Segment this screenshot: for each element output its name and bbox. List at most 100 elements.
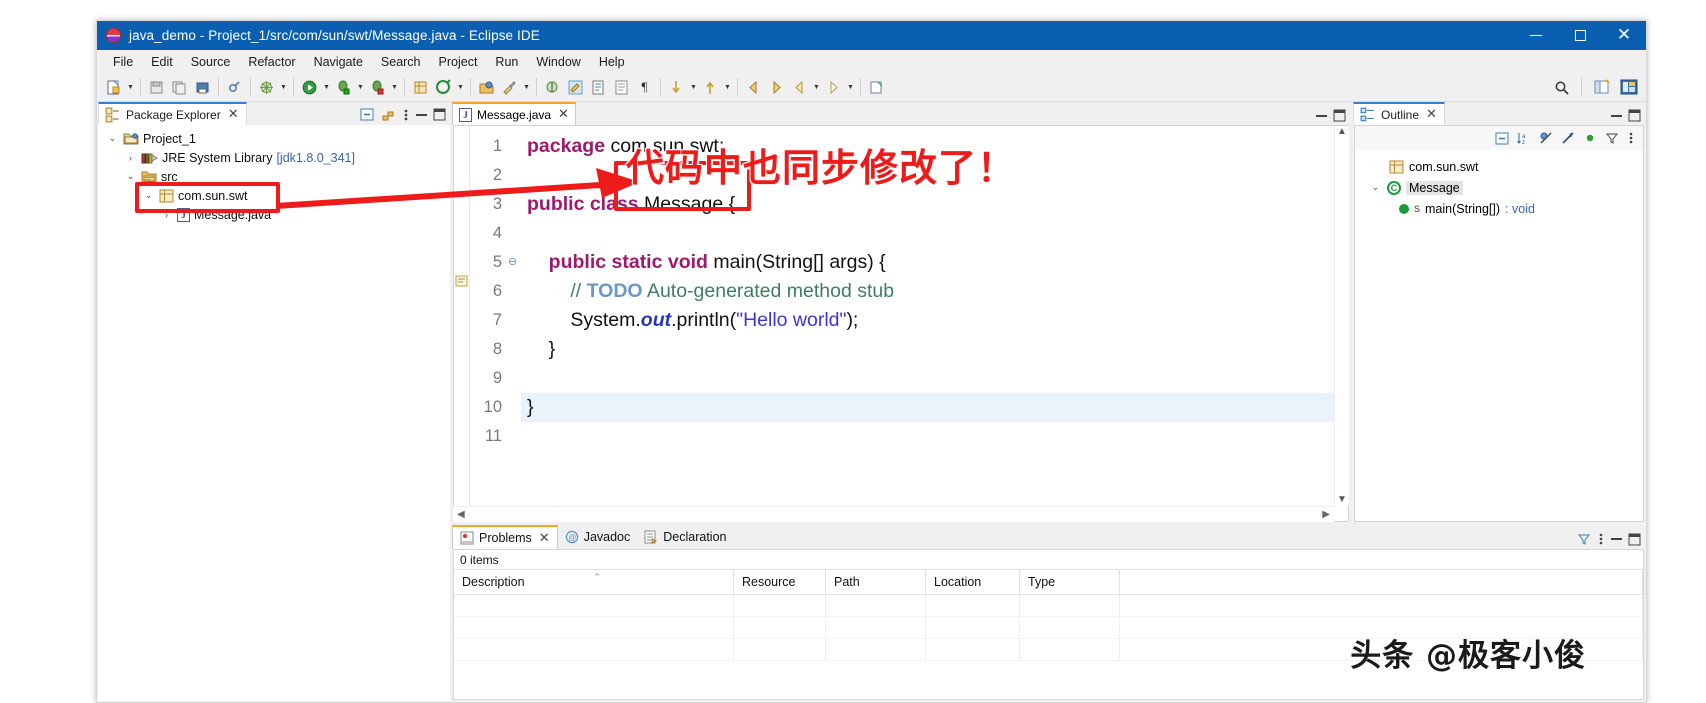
link-with-editor-icon[interactable] [381,107,396,122]
toggle-markers-button[interactable] [564,76,587,99]
chevron-down-icon[interactable]: ⌄ [142,190,155,201]
prev-edit-button[interactable] [788,76,811,99]
column-header-path[interactable]: Path [826,570,926,594]
new-package-button[interactable] [432,76,455,99]
maximize-icon[interactable] [433,108,446,121]
scroll-up-icon[interactable]: ▲ [1335,126,1349,137]
run-dropdown-icon[interactable]: ▼ [321,76,332,99]
outline-item-class[interactable]: ⌄ C Message [1355,177,1643,198]
maximize-icon[interactable] [1628,533,1641,546]
tree-item-package[interactable]: ⌄ com.sun.swt [98,186,450,205]
outline-tree[interactable]: com.sun.swt ⌄ C Message S main(String[])… [1355,150,1643,219]
new-wizard-dropdown-icon[interactable]: ▼ [125,76,136,99]
chevron-down-icon[interactable]: ⌄ [106,133,119,144]
menu-navigate[interactable]: Navigate [305,53,372,71]
close-icon[interactable]: ✕ [228,107,239,122]
tree-item-src[interactable]: ⌄ src [98,167,450,186]
maximize-icon[interactable] [1333,109,1346,122]
view-menu-icon[interactable] [1627,131,1635,145]
build-dropdown-icon[interactable]: ▼ [278,76,289,99]
package-explorer-tree[interactable]: ⌄ Project_1 › JRE System Library [jdk1.8… [98,125,450,701]
minimize-icon[interactable] [1611,114,1622,117]
java-perspective-button[interactable] [1617,76,1640,99]
collapse-all-icon[interactable] [360,107,375,122]
menu-file[interactable]: File [104,53,142,71]
editor-annotation-ruler[interactable] [454,126,470,521]
tree-item-message-java[interactable]: › J Message.java [98,205,450,224]
new-window-button[interactable] [865,76,888,99]
close-button[interactable]: ✕ [1602,21,1646,50]
link-editor-button[interactable] [223,76,246,99]
tab-outline[interactable]: Outline ✕ [1353,102,1445,125]
column-header-resource[interactable]: Resource [734,570,826,594]
chevron-right-icon[interactable]: › [124,153,137,163]
tree-item-project[interactable]: ⌄ Project_1 [98,129,450,148]
prev-edit-dropdown-icon[interactable]: ▼ [811,76,822,99]
open-perspective-button[interactable] [1590,76,1613,99]
next-annotation-dropdown-icon[interactable]: ▼ [688,76,699,99]
menu-search[interactable]: Search [372,53,430,71]
sort-icon[interactable]: az [1517,131,1531,145]
menu-window[interactable]: Window [527,53,589,71]
tab-package-explorer[interactable]: Package Explorer ✕ [98,102,247,125]
build-button[interactable] [255,76,278,99]
hide-fields-icon[interactable] [1539,131,1553,145]
menu-project[interactable]: Project [430,53,487,71]
previous-annotation-dropdown-icon[interactable]: ▼ [722,76,733,99]
column-header-description[interactable]: Description ⌃ [454,570,734,594]
view-menu-icon[interactable] [402,107,410,122]
minimize-button[interactable] [1514,21,1558,50]
save-all-button[interactable] [168,76,191,99]
scroll-left-icon[interactable]: ◀ [457,509,465,520]
save-button[interactable] [145,76,168,99]
column-header-location[interactable]: Location [926,570,1020,594]
fold-toggle-icon[interactable]: ⊖ [508,248,521,277]
chevron-down-icon[interactable]: ⌄ [1369,182,1382,193]
show-whitespace-button[interactable] [610,76,633,99]
scroll-down-icon[interactable]: ▼ [1335,494,1349,505]
forward-button[interactable] [765,76,788,99]
close-icon[interactable]: ✕ [558,107,569,122]
new-java-project-button[interactable] [409,76,432,99]
hide-static-icon[interactable]: S [1561,131,1575,145]
previous-annotation-button[interactable] [699,76,722,99]
debug-dropdown-icon[interactable]: ▼ [355,76,366,99]
hide-nonpublic-icon[interactable] [1583,131,1597,145]
menu-help[interactable]: Help [590,53,634,71]
search-dropdown-icon[interactable]: ▼ [521,76,532,99]
new-wizard-button[interactable] [102,76,125,99]
column-header-type[interactable]: Type [1020,570,1120,594]
table-row[interactable] [454,595,1643,617]
next-edit-dropdown-icon[interactable]: ▼ [845,76,856,99]
filter-icon[interactable] [1605,131,1619,145]
filters-icon[interactable] [1577,532,1591,546]
search-button[interactable] [498,76,521,99]
run-button[interactable] [298,76,321,99]
menu-source[interactable]: Source [182,53,240,71]
close-icon[interactable]: ✕ [1426,107,1437,122]
tab-message-java[interactable]: J Message.java ✕ [452,102,576,125]
outline-item-package[interactable]: com.sun.swt [1355,156,1643,177]
open-type-button[interactable] [475,76,498,99]
menu-refactor[interactable]: Refactor [239,53,304,71]
tab-javadoc[interactable]: @ Javadoc [557,525,638,549]
tab-declaration[interactable]: Declaration [637,525,734,549]
menu-edit[interactable]: Edit [142,53,182,71]
tree-item-jre-library[interactable]: › JRE System Library [jdk1.8.0_341] [98,148,450,167]
editor-folding-ruler[interactable]: ⊖ [508,126,521,521]
coverage-button[interactable] [366,76,389,99]
skip-breakpoints-button[interactable] [587,76,610,99]
new-package-dropdown-icon[interactable]: ▼ [455,76,466,99]
debug-button[interactable] [332,76,355,99]
pilcrow-button[interactable]: ¶ [633,76,656,99]
menu-run[interactable]: Run [486,53,527,71]
quick-access-search-button[interactable] [1550,76,1573,99]
chevron-right-icon[interactable]: › [160,210,173,220]
next-edit-button[interactable] [822,76,845,99]
maximize-icon[interactable] [1628,109,1641,122]
back-button[interactable] [742,76,765,99]
external-tools-button[interactable] [541,76,564,99]
next-annotation-button[interactable] [665,76,688,99]
coverage-dropdown-icon[interactable]: ▼ [389,76,400,99]
chevron-down-icon[interactable]: ⌄ [124,171,137,182]
